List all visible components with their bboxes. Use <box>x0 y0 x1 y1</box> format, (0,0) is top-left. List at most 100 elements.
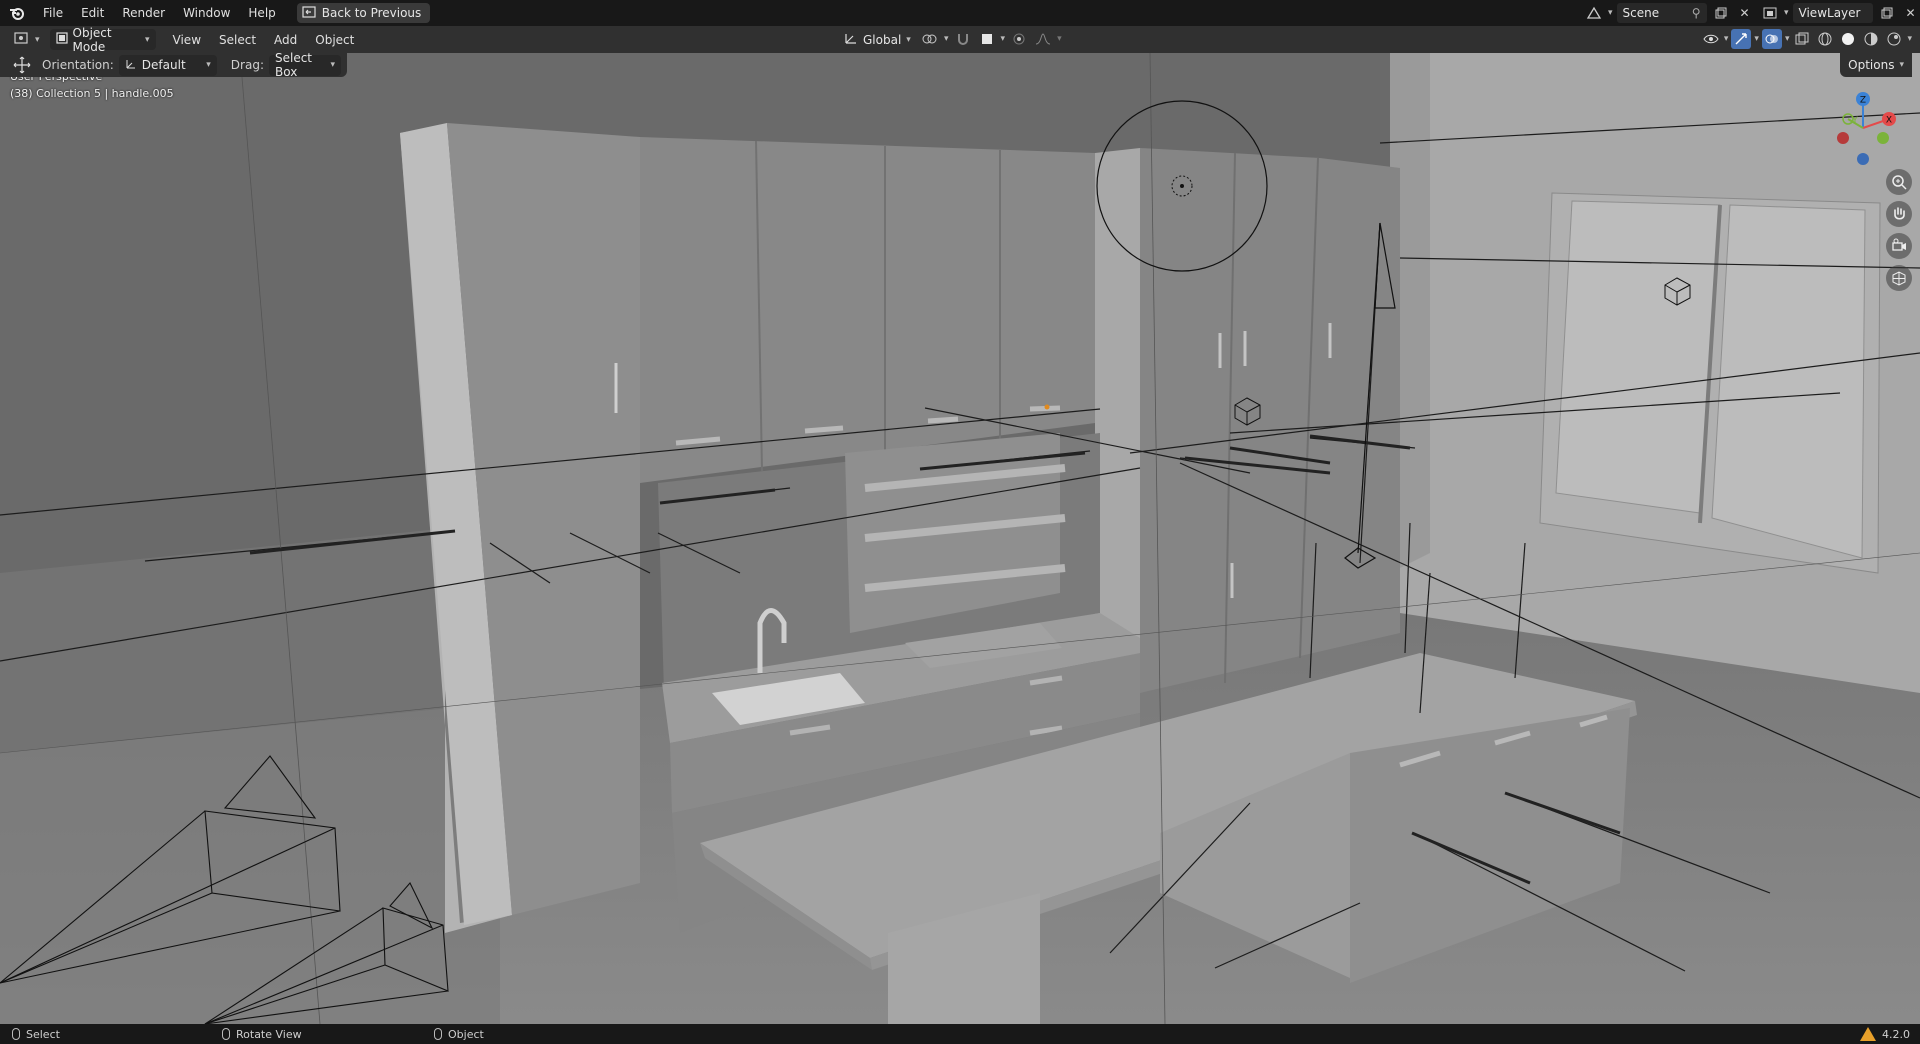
orientation-dropdown[interactable]: Default ▾ <box>118 54 217 76</box>
status-rotate: Rotate View <box>222 1024 302 1044</box>
top-menu-bar: File Edit Render Window Help Back to Pre… <box>0 0 1920 26</box>
chevron-down-icon[interactable]: ▾ <box>1724 34 1729 44</box>
chevron-down-icon: ▾ <box>206 60 211 70</box>
chevron-down-icon[interactable]: ▾ <box>1784 8 1789 18</box>
menu-file[interactable]: File <box>34 0 72 26</box>
status-object: Object <box>434 1024 484 1044</box>
editor-type-dropdown[interactable]: ▾ <box>8 29 46 50</box>
chevron-down-icon[interactable]: ▾ <box>1754 34 1759 44</box>
object-mode-icon <box>55 32 68 47</box>
camera-view-icon[interactable] <box>1886 233 1912 259</box>
transform-tool-icon[interactable] <box>12 55 32 75</box>
transform-orientation-dropdown[interactable]: Global ▾ <box>838 29 917 50</box>
close-icon[interactable]: ✕ <box>1901 3 1920 23</box>
status-bar: Select Rotate View Object 4.2.0 <box>0 1024 1920 1044</box>
version-info[interactable]: 4.2.0 <box>1860 1024 1910 1044</box>
transform-orientation-label: Global <box>863 32 902 47</box>
pan-hand-icon[interactable] <box>1886 201 1912 227</box>
status-rotate-label: Rotate View <box>236 1027 302 1041</box>
back-to-previous-label: Back to Previous <box>321 6 422 20</box>
snap-magnet-icon[interactable] <box>953 29 973 49</box>
chevron-down-icon: ▾ <box>35 34 40 45</box>
global-axes-icon <box>844 31 858 48</box>
scene-name: Scene <box>1622 6 1660 20</box>
active-origin-dot <box>1044 404 1050 410</box>
chevron-down-icon[interactable]: ▾ <box>1608 8 1613 18</box>
chevron-down-icon: ▾ <box>906 34 911 45</box>
status-select-label: Select <box>26 1027 60 1041</box>
chevron-down-icon[interactable]: ▾ <box>1785 34 1790 44</box>
new-scene-icon[interactable] <box>1711 3 1731 23</box>
proportional-editing-icon[interactable] <box>1009 29 1029 49</box>
chevron-down-icon[interactable]: ▾ <box>1907 34 1912 44</box>
chevron-down-icon: ▾ <box>1899 60 1904 70</box>
chevron-down-icon: ▾ <box>145 34 150 45</box>
status-object-label: Object <box>448 1027 484 1041</box>
orientation-label: Orientation: <box>42 58 114 72</box>
rendered-shading-icon[interactable] <box>1884 29 1904 49</box>
orthographic-grid-icon[interactable] <box>1886 265 1912 291</box>
xray-toggle-icon[interactable] <box>1792 29 1812 49</box>
menu-help[interactable]: Help <box>239 0 284 26</box>
tool-settings-bar: Orientation: Default ▾ Drag: Select Box … <box>0 51 347 79</box>
viewport-shading-group: ▾ ▾ ▾ ▾ <box>1701 29 1912 49</box>
orientation-axes-icon <box>125 58 137 73</box>
wireframe-shading-icon[interactable] <box>1815 29 1835 49</box>
menu-add[interactable]: Add <box>265 27 306 53</box>
pivot-snap-group: ▾ ▾ ▾ <box>920 29 1062 49</box>
new-view-layer-icon[interactable] <box>1877 3 1897 23</box>
view-layer-field[interactable]: ViewLayer <box>1792 3 1873 23</box>
mouse-middle-icon <box>222 1028 230 1040</box>
chevron-down-icon[interactable]: ▾ <box>944 34 949 44</box>
menu-select[interactable]: Select <box>210 27 265 53</box>
material-preview-icon[interactable] <box>1861 29 1881 49</box>
chevron-down-icon[interactable]: ▾ <box>1057 34 1062 44</box>
view-layer-name: ViewLayer <box>1798 6 1861 20</box>
pivot-point-icon[interactable] <box>920 29 940 49</box>
warning-icon[interactable] <box>1860 1027 1876 1041</box>
scene-render <box>0 53 1920 1024</box>
chevron-down-icon: ▾ <box>330 60 335 70</box>
pin-icon[interactable]: ⚲ <box>1692 6 1701 20</box>
drag-dropdown[interactable]: Select Box ▾ <box>268 51 341 79</box>
gizmo-toggle-icon[interactable] <box>1731 29 1752 49</box>
gizmo-x-label: X <box>1886 116 1892 126</box>
3d-viewport[interactable]: User Perspective (38) Collection 5 | han… <box>0 53 1920 1024</box>
mode-dropdown[interactable]: Object Mode ▾ <box>49 26 156 54</box>
screen-back-icon <box>302 5 316 21</box>
menu-render[interactable]: Render <box>113 0 174 26</box>
menu-window[interactable]: Window <box>174 0 239 26</box>
overlays-toggle-icon[interactable] <box>1761 29 1782 49</box>
options-label: Options <box>1848 58 1895 72</box>
snap-target-icon[interactable] <box>977 29 997 49</box>
chevron-down-icon[interactable]: ▾ <box>1001 34 1006 44</box>
menu-edit[interactable]: Edit <box>72 0 113 26</box>
mouse-left-icon <box>12 1028 20 1040</box>
falloff-curve-icon[interactable] <box>1033 29 1053 49</box>
window-frame <box>1539 192 1881 574</box>
view-layer-icon[interactable] <box>1760 3 1780 23</box>
scene-icon[interactable] <box>1584 3 1604 23</box>
back-to-previous-button[interactable]: Back to Previous <box>296 3 431 23</box>
visibility-eye-icon[interactable] <box>1701 29 1721 49</box>
menu-object[interactable]: Object <box>306 27 363 53</box>
close-icon[interactable]: ✕ <box>1735 3 1755 23</box>
options-dropdown[interactable]: Options ▾ <box>1840 53 1912 77</box>
blender-logo-icon[interactable] <box>0 0 34 26</box>
status-select: Select <box>12 1024 60 1044</box>
gizmo-neg-x-axis <box>1837 132 1849 144</box>
viewport-navigation-buttons <box>1886 169 1912 291</box>
menu-view[interactable]: View <box>164 27 210 53</box>
mouse-right-icon <box>434 1028 442 1040</box>
drag-value: Select Box <box>274 51 313 79</box>
active-object-info: (38) Collection 5 | handle.005 <box>10 87 174 100</box>
gizmo-y-label: Y <box>1851 116 1858 126</box>
zoom-icon[interactable] <box>1886 169 1912 195</box>
scene-name-field[interactable]: Scene ⚲ <box>1616 3 1707 23</box>
navigation-gizmo[interactable]: Z X Y <box>1818 83 1908 173</box>
scene-selector: ▾ Scene ⚲ ✕ <box>1584 3 1755 23</box>
gizmo-y-axis <box>1877 132 1889 144</box>
gizmo-z-label: Z <box>1860 96 1866 106</box>
solid-shading-icon[interactable] <box>1838 29 1858 49</box>
view-layer-selector: ▾ ViewLayer ✕ <box>1760 3 1920 23</box>
